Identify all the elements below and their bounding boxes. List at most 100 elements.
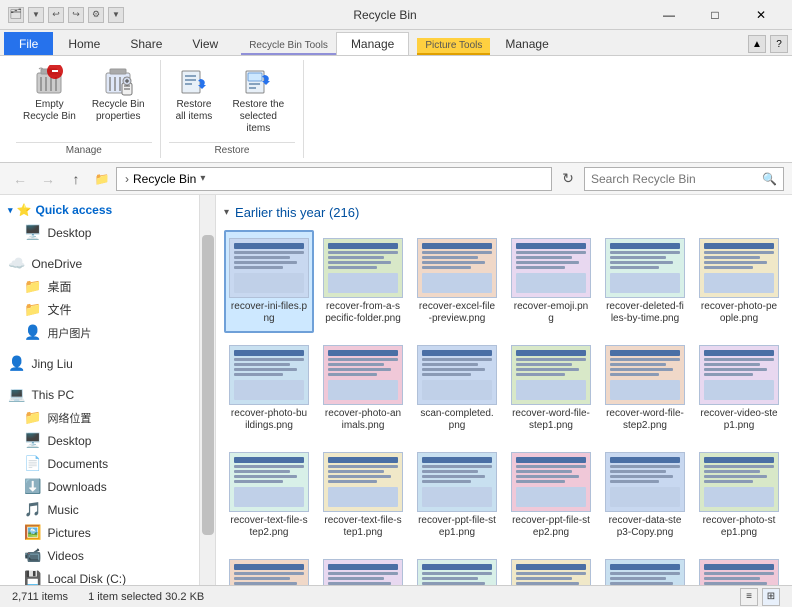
up-button[interactable]: ↑	[64, 167, 88, 191]
sidebar-item-onedrive[interactable]: ☁️ OneDrive	[0, 252, 199, 275]
file-item[interactable]: recover-external-device-step2.png	[694, 551, 784, 585]
sidebar-thispc-section: 💻 This PC 📁 网络位置 🖥️ Desktop 📄 Documents …	[0, 379, 199, 585]
file-item[interactable]: recover-word-file-step1.png	[506, 337, 596, 440]
collapse-icon[interactable]: ▾	[224, 207, 229, 218]
search-input[interactable]	[591, 172, 762, 186]
help-icon[interactable]: ?	[770, 35, 788, 53]
close-button[interactable]: ✕	[738, 0, 784, 30]
sidebar-item-user3[interactable]: 👤 用户图片	[16, 321, 199, 344]
sidebar-item-documents[interactable]: 📄 Documents	[16, 452, 199, 475]
sidebar-quick-access-header[interactable]: ▾ ⭐ Quick access	[0, 199, 199, 221]
sidebar-folder2-label: 文件	[47, 301, 71, 318]
videos-icon: 📹	[24, 547, 41, 564]
sidebar-videos-label: Videos	[47, 549, 83, 563]
sidebar-item-folder2[interactable]: 📁 文件	[16, 298, 199, 321]
file-name-label: recover-text-file-step2.png	[230, 515, 308, 539]
sidebar-item-jingliu[interactable]: 👤 Jing Liu	[0, 352, 199, 375]
file-thumbnail	[511, 345, 591, 405]
tab-home[interactable]: Home	[53, 32, 115, 55]
file-item[interactable]: recover-external-device-step3.png	[600, 551, 690, 585]
details-view-button[interactable]: ≡	[740, 588, 758, 606]
sidebar-item-desktop[interactable]: 🖥️ Desktop	[16, 221, 199, 244]
sidebar-item-folder1[interactable]: 📁 桌面	[16, 275, 199, 298]
file-name-label: recover-ini-files.png	[230, 301, 308, 325]
file-item[interactable]: recover-from-a-specific-folder.png	[318, 230, 408, 333]
system-icon[interactable]: 🗂	[8, 7, 24, 23]
tab-view[interactable]: View	[177, 32, 233, 55]
sidebar-scrollbar[interactable]	[200, 195, 216, 585]
sidebar-item-music[interactable]: 🎵 Music	[16, 498, 199, 521]
file-item[interactable]: recover-ini-files.png	[224, 230, 314, 333]
file-name-label: recover-photo-buildings.png	[230, 408, 308, 432]
file-item[interactable]: recover-ppt-file-step2.png	[506, 444, 596, 547]
sidebar-item-thispc[interactable]: 💻 This PC	[0, 383, 199, 406]
tab-file[interactable]: File	[4, 32, 53, 55]
sidebar-item-downloads[interactable]: ⬇️ Downloads	[16, 475, 199, 498]
user-icon-jingliu: 👤	[8, 355, 25, 372]
empty-recycle-bin-button[interactable]: EmptyRecycle Bin	[16, 60, 83, 128]
file-name-label: recover-excel-file-preview.png	[418, 301, 496, 325]
ribbon-right-controls: ▲ ?	[748, 35, 788, 53]
file-item[interactable]: recover-photo-people.png	[694, 230, 784, 333]
file-item[interactable]: recover-deleted-files-by-time.png	[600, 230, 690, 333]
ribbon-group-manage: EmptyRecycle Bin	[8, 60, 161, 158]
status-bar: 2,711 items 1 item selected 30.2 KB ≡ ⊞	[0, 585, 792, 607]
file-item[interactable]: recover-photo-animals.png	[318, 337, 408, 440]
sidebar-scroll-thumb[interactable]	[202, 235, 214, 535]
sidebar-item-desktop2[interactable]: 🖥️ Desktop	[16, 429, 199, 452]
restore-group-label: Restore	[169, 142, 296, 158]
props-icon[interactable]: ⚙	[88, 7, 104, 23]
file-area[interactable]: ▾ Earlier this year (216) recover-ini-fi…	[216, 195, 792, 585]
file-name-label: recover-ppt-file-step2.png	[512, 515, 590, 539]
refresh-button[interactable]: ↻	[556, 167, 580, 191]
file-item[interactable]: recover-excel-file-preview.png	[412, 230, 502, 333]
file-item[interactable]: recover-pdf-file-step2.png	[224, 551, 314, 585]
file-item[interactable]: recover-ppt-file-step1.png	[412, 444, 502, 547]
file-item[interactable]: recover-photo-buildings.png	[224, 337, 314, 440]
tab-share[interactable]: Share	[115, 32, 177, 55]
file-name-label: recover-deleted-files-by-time.png	[606, 301, 684, 325]
recycle-bin-tools-group: Recycle Bin Tools	[241, 38, 336, 55]
address-path-bar[interactable]: › Recycle Bin ▾	[116, 167, 552, 191]
manage-group-label: Manage	[16, 142, 152, 158]
sidebar-item-localc[interactable]: 💾 Local Disk (C:)	[16, 567, 199, 585]
sidebar-desktop2-label: Desktop	[47, 434, 91, 448]
maximize-button[interactable]: □	[692, 0, 738, 30]
file-item[interactable]: recover-office-file-step1.png	[506, 551, 596, 585]
restore-selected-button[interactable]: Restore theselected items	[221, 60, 295, 140]
sidebar-item-pictures[interactable]: 🖼️ Pictures	[16, 521, 199, 544]
sidebar-item-network[interactable]: 📁 网络位置	[16, 406, 199, 429]
file-item[interactable]: recover-word-file-step2.png	[600, 337, 690, 440]
ribbon-collapse-icon[interactable]: ▲	[748, 35, 766, 53]
quick-access-icon[interactable]: ▼	[28, 7, 44, 23]
breadcrumb-item[interactable]: Recycle Bin	[133, 172, 196, 186]
file-item[interactable]: recover-photo-step1.png	[694, 444, 784, 547]
back-button[interactable]: ←	[8, 167, 32, 191]
file-item[interactable]: recover-pdf-file-step1.png	[318, 551, 408, 585]
ribbon-group-restore: Restoreall items Restore theselected ite…	[161, 60, 305, 158]
forward-button[interactable]: →	[36, 167, 60, 191]
file-item[interactable]: scan-completed.png	[412, 337, 502, 440]
redo-icon[interactable]: ↪	[68, 7, 84, 23]
file-item[interactable]: recover-text-file-step1.png	[318, 444, 408, 547]
file-thumbnail	[605, 238, 685, 298]
file-thumbnail	[417, 238, 497, 298]
restore-all-items-button[interactable]: Restoreall items	[169, 60, 220, 128]
grid-view-button[interactable]: ⊞	[762, 588, 780, 606]
tab-manage-picture[interactable]: Manage	[490, 32, 563, 55]
file-item[interactable]: recover-data-step3-Copy.png	[600, 444, 690, 547]
window-controls: — □ ✕	[646, 0, 784, 30]
file-item[interactable]: recover-text-file-step2.png	[224, 444, 314, 547]
minimize-button[interactable]: —	[646, 0, 692, 30]
file-item[interactable]: recover-office-file-step2.png	[412, 551, 502, 585]
sidebar-item-videos[interactable]: 📹 Videos	[16, 544, 199, 567]
tab-manage-recycle[interactable]: Manage	[336, 32, 409, 55]
search-box[interactable]: 🔍	[584, 167, 784, 191]
breadcrumb-dropdown[interactable]: ▾	[200, 173, 205, 184]
file-item[interactable]: recover-video-step1.png	[694, 337, 784, 440]
file-thumbnail	[323, 345, 403, 405]
titlebar-dropdown-icon[interactable]: ▼	[108, 7, 124, 23]
undo-icon[interactable]: ↩	[48, 7, 64, 23]
file-item[interactable]: recover-emoji.png	[506, 230, 596, 333]
recycle-bin-properties-button[interactable]: Recycle Binproperties	[85, 60, 152, 128]
